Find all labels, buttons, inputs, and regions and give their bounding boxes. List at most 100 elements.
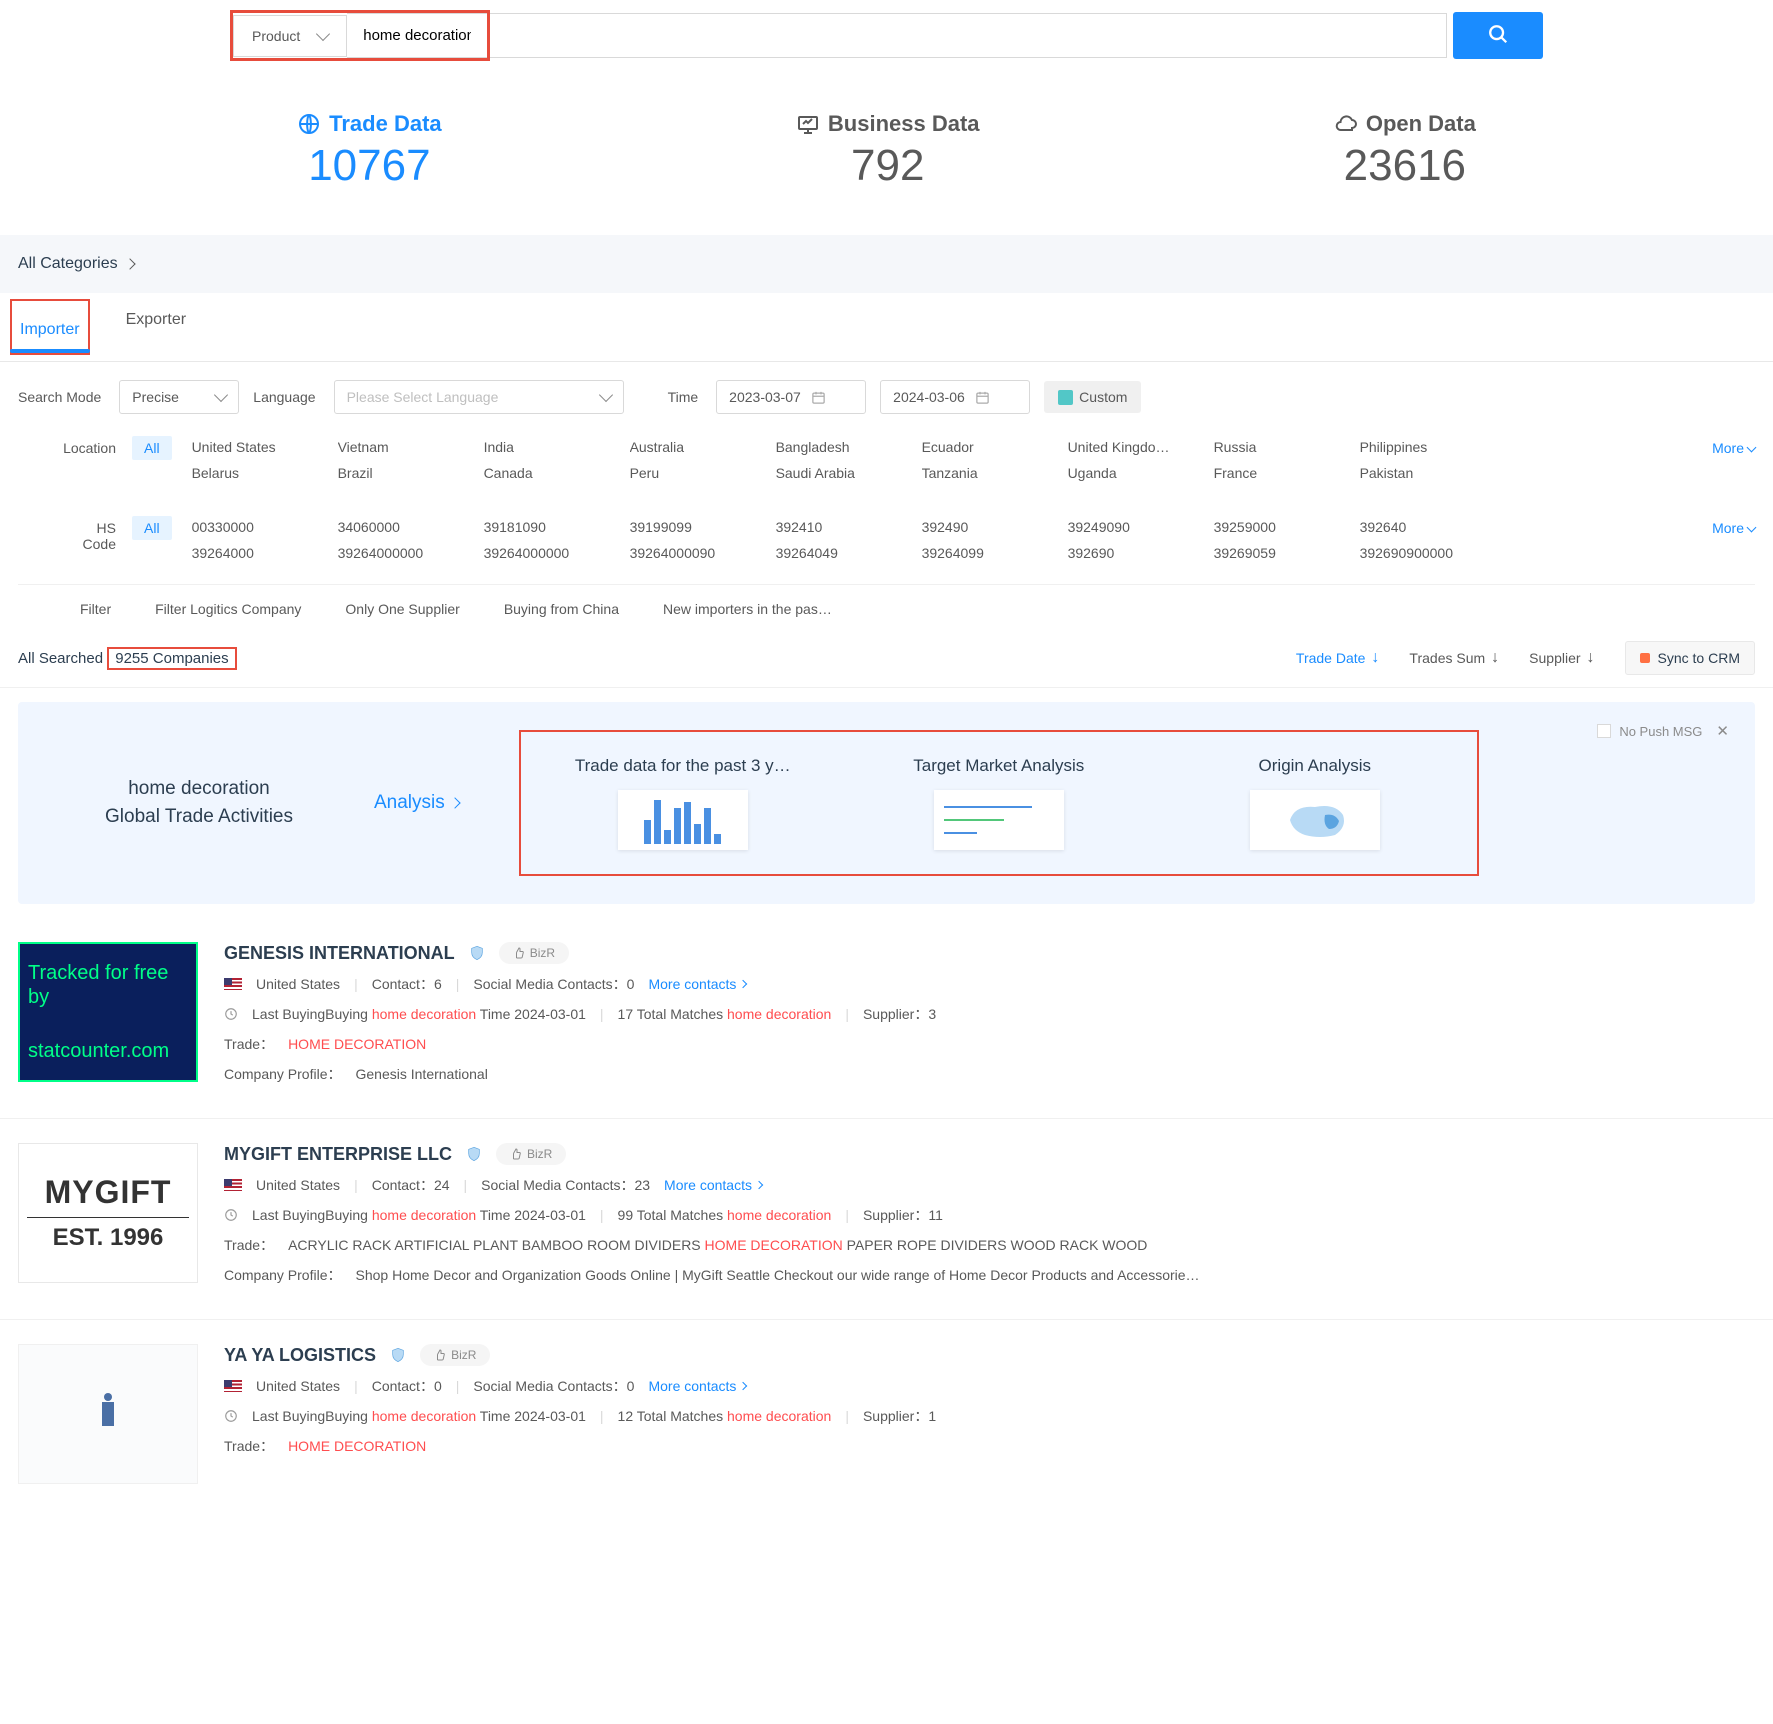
hscode-item[interactable]: 392490 xyxy=(922,514,1062,540)
card-title: Target Market Analysis xyxy=(869,756,1129,776)
profile-label: Company Profile： xyxy=(224,1064,342,1084)
hscode-item[interactable]: 392690 xyxy=(1068,540,1208,566)
clock-icon xyxy=(224,1007,238,1021)
analysis-link[interactable]: Analysis xyxy=(374,792,459,814)
checkbox-icon[interactable] xyxy=(1597,724,1611,738)
location-item[interactable]: United Kingdo… xyxy=(1068,434,1208,460)
hscode-item[interactable]: 00330000 xyxy=(192,514,332,540)
company-card: MYGIFTEST. 1996 MYGIFT ENTERPRISE LLC Bi… xyxy=(0,1119,1773,1320)
location-item[interactable]: Australia xyxy=(630,434,770,460)
filter-chip[interactable]: Buying from China xyxy=(504,601,619,617)
hscode-item[interactable]: 392640 xyxy=(1360,514,1500,540)
location-item[interactable]: Bangladesh xyxy=(776,434,916,460)
sort-trade-date[interactable]: Trade Date ↓ xyxy=(1296,649,1380,667)
location-item[interactable]: Philippines xyxy=(1360,434,1500,460)
filter-chip[interactable]: Filter Logitics Company xyxy=(155,601,301,617)
search-mode-select[interactable]: Precise xyxy=(119,380,239,414)
flag-icon xyxy=(224,978,242,990)
company-name-link[interactable]: MYGIFT ENTERPRISE LLC xyxy=(224,1144,452,1165)
location-item[interactable]: Vietnam xyxy=(338,434,478,460)
shield-icon xyxy=(466,1145,482,1163)
china-map-icon xyxy=(1275,795,1355,845)
location-item[interactable]: United States xyxy=(192,434,332,460)
hscode-item[interactable]: 392690900000 xyxy=(1360,540,1500,566)
more-contacts-link[interactable]: More contacts xyxy=(664,1177,762,1193)
thumbs-up-icon xyxy=(510,1148,522,1160)
language-select[interactable]: Please Select Language xyxy=(334,380,624,414)
bar-chart-thumbnail xyxy=(618,790,748,850)
hscode-item[interactable]: 39249090 xyxy=(1068,514,1208,540)
location-item[interactable]: India xyxy=(484,434,624,460)
hscode-item[interactable]: 39181090 xyxy=(484,514,624,540)
search-input[interactable] xyxy=(347,13,487,58)
hscode-item[interactable]: 39259000 xyxy=(1214,514,1354,540)
sort-trades-sum[interactable]: Trades Sum ↓ xyxy=(1409,649,1499,667)
profile-value: Genesis International xyxy=(356,1066,488,1082)
hscode-item[interactable]: 39269059 xyxy=(1214,540,1354,566)
hscode-item[interactable]: 34060000 xyxy=(338,514,478,540)
sort-supplier[interactable]: Supplier ↓ xyxy=(1529,649,1594,667)
social-contacts-label: Social Media Contacts：0 xyxy=(473,974,634,994)
more-contacts-link[interactable]: More contacts xyxy=(648,976,746,992)
arrow-down-icon: ↓ xyxy=(1491,649,1499,667)
search-button[interactable] xyxy=(1453,12,1543,59)
company-name-link[interactable]: YA YA LOGISTICS xyxy=(224,1345,376,1366)
location-more-link[interactable]: More xyxy=(1712,434,1755,456)
no-push-msg[interactable]: No Push MSG ✕ xyxy=(1597,722,1729,740)
thumbs-up-icon xyxy=(434,1349,446,1361)
analysis-card-target-market[interactable]: Target Market Analysis xyxy=(869,756,1129,850)
close-icon[interactable]: ✕ xyxy=(1716,722,1729,740)
all-categories-link[interactable]: All Categories xyxy=(0,235,1773,293)
hscode-more-link[interactable]: More xyxy=(1712,514,1755,536)
analysis-card-origin[interactable]: Origin Analysis xyxy=(1185,756,1445,850)
results-header: All Searched 9255 Companies Trade Date ↓… xyxy=(0,633,1773,688)
bizr-badge[interactable]: BizR xyxy=(496,1143,566,1165)
date-from-input[interactable]: 2023-03-07 xyxy=(716,380,866,414)
more-contacts-link[interactable]: More contacts xyxy=(648,1378,746,1394)
location-item[interactable]: Canada xyxy=(484,460,624,486)
hscode-item[interactable]: 39264049 xyxy=(776,540,916,566)
location-item[interactable]: Uganda xyxy=(1068,460,1208,486)
location-item[interactable]: Saudi Arabia xyxy=(776,460,916,486)
location-item[interactable]: Peru xyxy=(630,460,770,486)
custom-date-button[interactable]: Custom xyxy=(1044,381,1141,413)
location-item[interactable]: Brazil xyxy=(338,460,478,486)
country-label: United States xyxy=(256,1177,340,1193)
hscode-item[interactable]: 39264000000 xyxy=(484,540,624,566)
location-item[interactable]: Russia xyxy=(1214,434,1354,460)
chevron-right-icon xyxy=(739,1382,747,1390)
hscode-item[interactable]: 39199099 xyxy=(630,514,770,540)
location-item[interactable]: France xyxy=(1214,460,1354,486)
hscode-all-badge[interactable]: All xyxy=(132,516,172,540)
hscode-item[interactable]: 392410 xyxy=(776,514,916,540)
search-category-select[interactable]: Product xyxy=(233,15,347,57)
thumbs-up-icon xyxy=(513,947,525,959)
filter-chip[interactable]: New importers in the pas… xyxy=(663,601,832,617)
tab-importer[interactable]: Importer xyxy=(20,303,80,353)
custom-icon xyxy=(1058,390,1073,405)
location-all-badge[interactable]: All xyxy=(132,436,172,460)
analysis-card-trade3y[interactable]: Trade data for the past 3 y… xyxy=(553,756,813,850)
stat-business-data[interactable]: Business Data 792 xyxy=(796,111,980,191)
location-item[interactable]: Ecuador xyxy=(922,434,1062,460)
chevron-right-icon xyxy=(124,258,135,269)
hscode-item[interactable]: 39264000090 xyxy=(630,540,770,566)
hscode-item[interactable]: 39264099 xyxy=(922,540,1062,566)
location-item[interactable]: Tanzania xyxy=(922,460,1062,486)
location-item[interactable]: Pakistan xyxy=(1360,460,1500,486)
tab-exporter[interactable]: Exporter xyxy=(126,293,186,361)
date-to-input[interactable]: 2024-03-06 xyxy=(880,380,1030,414)
stat-trade-data[interactable]: Trade Data 10767 xyxy=(297,111,442,191)
filter-chip[interactable]: Only One Supplier xyxy=(345,601,459,617)
hscode-item[interactable]: 39264000 xyxy=(192,540,332,566)
search-input-extended[interactable] xyxy=(490,13,1447,58)
stat-open-data[interactable]: Open Data 23616 xyxy=(1334,111,1476,191)
bizr-badge[interactable]: BizR xyxy=(420,1344,490,1366)
bizr-badge[interactable]: BizR xyxy=(499,942,569,964)
sync-to-crm-button[interactable]: Sync to CRM xyxy=(1625,641,1755,675)
hscode-item[interactable]: 39264000000 xyxy=(338,540,478,566)
flag-icon xyxy=(224,1179,242,1191)
location-item[interactable]: Belarus xyxy=(192,460,332,486)
company-name-link[interactable]: GENESIS INTERNATIONAL xyxy=(224,943,455,964)
matches: 12 Total Matches home decoration xyxy=(618,1408,832,1424)
